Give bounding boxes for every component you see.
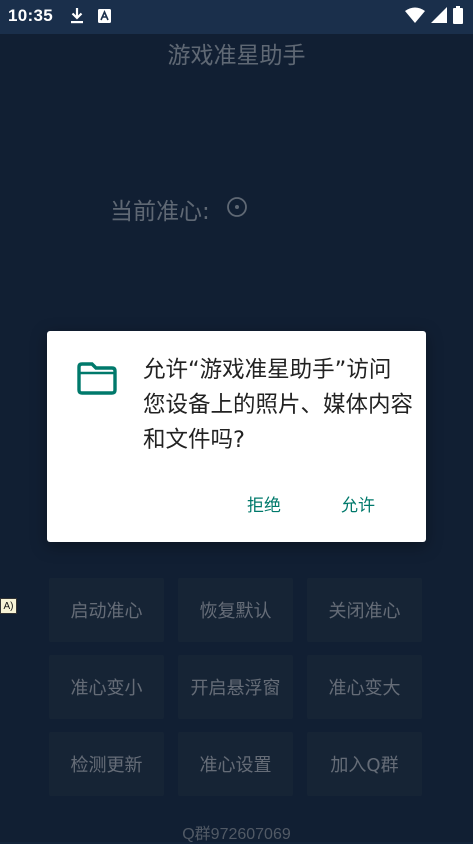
dialog-message: 允许“游戏准星助手”访问您设备上的照片、媒体内容和文件吗?: [143, 357, 414, 453]
status-bar: 10:35: [0, 0, 473, 34]
status-time: 10:35: [8, 6, 53, 25]
status-right-icons: [405, 6, 463, 28]
dialog-actions: 拒绝 允许: [222, 491, 426, 521]
wifi-icon: [405, 7, 425, 27]
a-badge-icon: [98, 8, 111, 27]
folder-icon: [77, 361, 117, 399]
permission-dialog: 允许“游戏准星助手”访问您设备上的照片、媒体内容和文件吗? 拒绝 允许: [47, 331, 426, 542]
battery-icon: [453, 6, 463, 28]
deny-button[interactable]: 拒绝: [222, 491, 306, 521]
status-left-icons: [70, 7, 111, 28]
allow-button[interactable]: 允许: [316, 491, 400, 521]
download-icon: [70, 7, 84, 28]
side-tag: A): [0, 598, 17, 614]
signal-icon: [431, 7, 447, 27]
